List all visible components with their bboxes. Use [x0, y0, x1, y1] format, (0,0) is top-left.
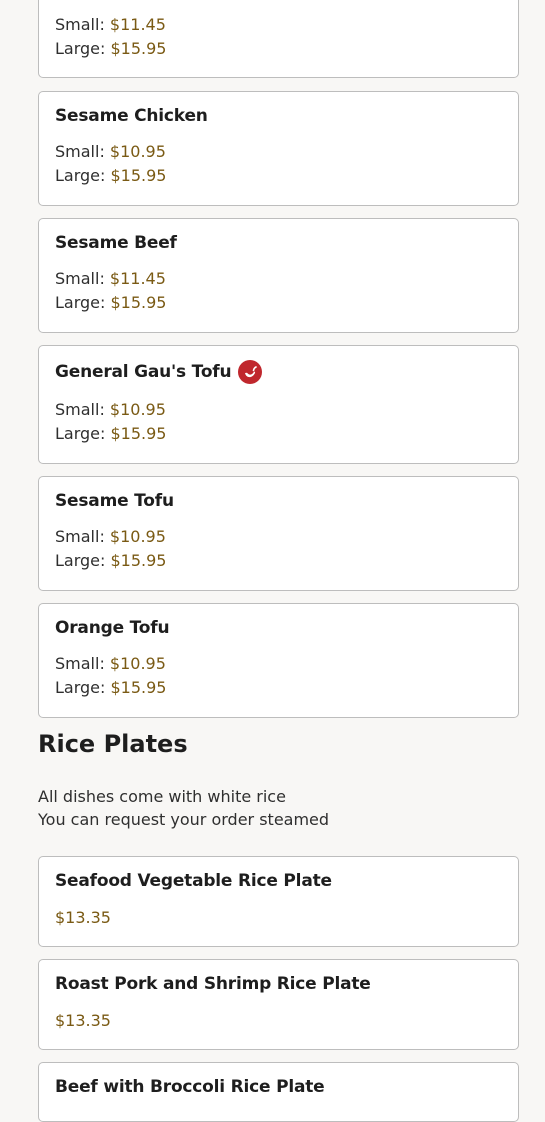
large-price: $15.95	[110, 424, 167, 443]
small-price: $10.95	[109, 654, 166, 673]
large-price-line: Large: $15.95	[55, 424, 167, 443]
menu-item-card[interactable]: Beef with Broccoli Rice Plate	[38, 1062, 519, 1122]
item-name-row: General Gau's Tofu	[55, 360, 263, 384]
small-price: $10.95	[109, 142, 166, 161]
small-price: $11.45	[109, 269, 166, 288]
price-line: $13.35	[55, 908, 111, 927]
section-title: Rice Plates	[38, 730, 188, 758]
item-name: Seafood Vegetable Rice Plate	[55, 871, 332, 891]
small-price: $10.95	[109, 400, 166, 419]
chili-pepper-icon	[238, 360, 263, 384]
large-price-line: Large: $15.95	[55, 166, 167, 185]
large-price-line: Large: $15.95	[55, 39, 167, 58]
item-name: Sesame Tofu	[55, 491, 174, 511]
item-name: General Gau's Tofu	[55, 362, 232, 382]
menu-item-card[interactable]: Sesame Tofu Small: $10.95 Large: $15.95	[38, 476, 519, 591]
large-price: $15.95	[110, 39, 167, 58]
section-note: All dishes come with white rice	[38, 787, 286, 806]
item-price: $13.35	[55, 908, 111, 927]
small-price-line: Small: $11.45	[55, 15, 166, 34]
large-price: $15.95	[110, 678, 167, 697]
item-name: Roast Pork and Shrimp Rice Plate	[55, 974, 371, 994]
item-name: Beef with Broccoli Rice Plate	[55, 1077, 325, 1097]
menu-item-card[interactable]: Small: $11.45 Large: $15.95	[38, 0, 519, 78]
item-name: Orange Tofu	[55, 618, 170, 638]
small-price-line: Small: $10.95	[55, 142, 166, 161]
large-price: $15.95	[110, 293, 167, 312]
menu-item-card[interactable]: Sesame Chicken Small: $10.95 Large: $15.…	[38, 91, 519, 206]
section-note: You can request your order steamed	[38, 810, 330, 829]
small-price-line: Small: $10.95	[55, 654, 166, 673]
large-price: $15.95	[110, 551, 167, 570]
menu-item-card[interactable]: General Gau's Tofu Small: $10.95 Large: …	[38, 345, 519, 464]
large-price-line: Large: $15.95	[55, 678, 167, 697]
menu-item-card[interactable]: Sesame Beef Small: $11.45 Large: $15.95	[38, 218, 519, 333]
item-name: Sesame Chicken	[55, 106, 208, 126]
large-price: $15.95	[110, 166, 167, 185]
menu-item-card[interactable]: Seafood Vegetable Rice Plate $13.35	[38, 856, 519, 947]
small-price-line: Small: $10.95	[55, 527, 166, 546]
menu-item-card[interactable]: Orange Tofu Small: $10.95 Large: $15.95	[38, 603, 519, 718]
small-price: $11.45	[109, 15, 166, 34]
item-price: $13.35	[55, 1011, 111, 1030]
price-line: $13.35	[55, 1011, 111, 1030]
menu-item-card[interactable]: Roast Pork and Shrimp Rice Plate $13.35	[38, 959, 519, 1050]
small-price-line: Small: $11.45	[55, 269, 166, 288]
large-price-line: Large: $15.95	[55, 293, 167, 312]
small-price-line: Small: $10.95	[55, 400, 166, 419]
item-name: Sesame Beef	[55, 233, 177, 253]
large-price-line: Large: $15.95	[55, 551, 167, 570]
small-price: $10.95	[109, 527, 166, 546]
